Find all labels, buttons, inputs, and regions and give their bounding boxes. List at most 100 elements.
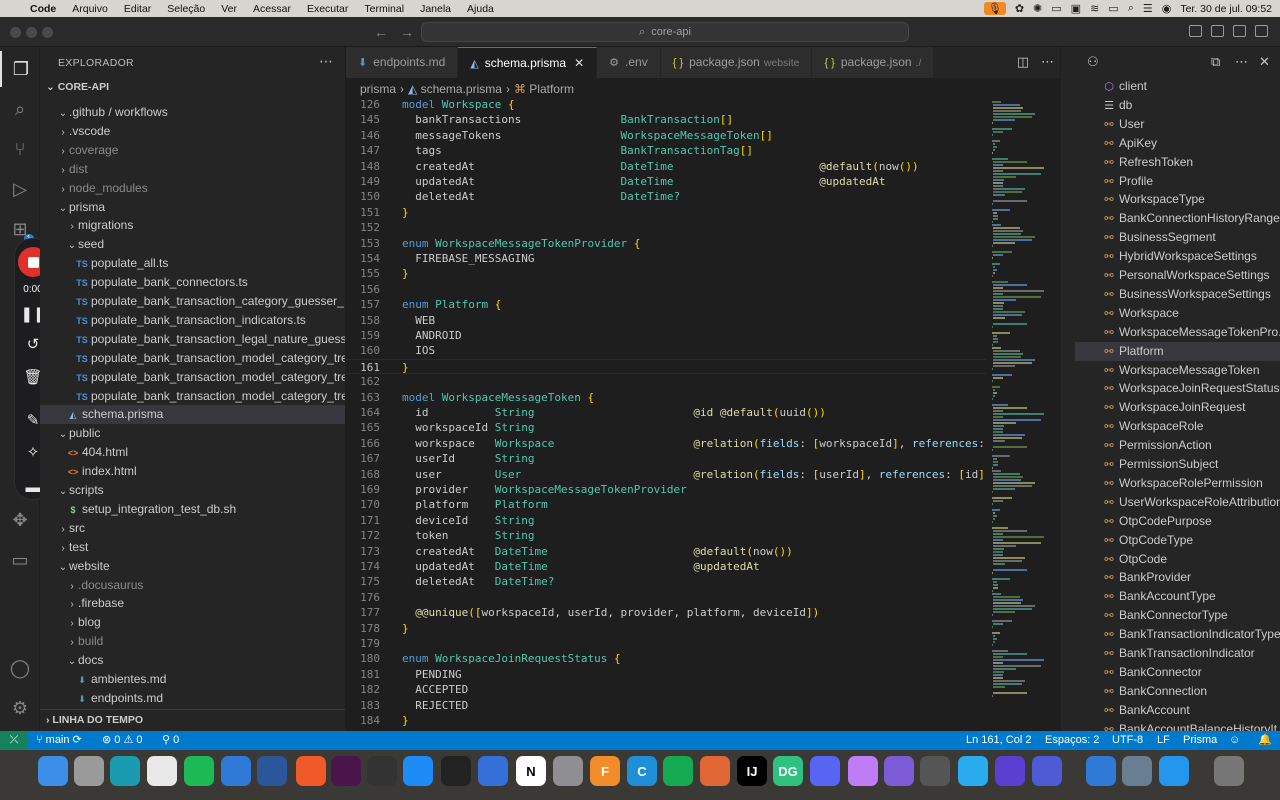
outline-item[interactable]: ⚯ PersonalWorkspaceSettings [1075,266,1280,285]
vscode-icon[interactable] [221,756,251,786]
split-editor-icon[interactable]: ◫ [1017,54,1029,70]
tree-item[interactable]: TS populate_bank_transaction_model_catego… [40,387,345,406]
brightness-icon[interactable]: ✺ [1033,2,1042,15]
cleanup-icon[interactable]: ✿ [1015,2,1024,15]
tree-item[interactable]: › node_modules [40,179,345,198]
outline-item[interactable]: ⚯ BusinessSegment [1075,228,1280,247]
outline-item[interactable]: ⚯ BankAccountType [1075,587,1280,606]
cursor-position[interactable]: Ln 161, Col 2 [966,731,1031,750]
accounts-icon[interactable]: ◯ [0,650,40,686]
tree-item[interactable]: ⬇ endpoints.md [40,689,345,708]
tree-item[interactable]: › src [40,519,345,538]
tree-item[interactable]: ⌄ prisma [40,198,345,217]
outline-item[interactable]: ⚯ OtpCode [1075,550,1280,569]
tree-item[interactable]: TS populate_bank_transaction_model_catego… [40,349,345,368]
tree-item[interactable]: ⬇ ambientes.md [40,670,345,689]
more-actions-icon[interactable]: ⋯ [319,53,333,70]
indentation[interactable]: Espaços: 2 [1045,731,1099,750]
command-center-search[interactable]: ⌕ core-api [421,22,909,42]
slack-icon[interactable] [331,756,361,786]
spotify-icon[interactable] [184,756,214,786]
tree-item[interactable]: TS populate_bank_connectors.ts [40,273,345,292]
tree-item[interactable]: <> index.html [40,462,345,481]
outline-item[interactable]: ⚯ PermissionAction [1075,436,1280,455]
outline-item[interactable]: ⚯ WorkspaceType [1075,190,1280,209]
outline-item[interactable]: ⚯ Platform [1075,341,1280,361]
tree-item[interactable]: TS populate_bank_transaction_model_catego… [40,368,345,387]
tree-item[interactable]: › .firebase [40,594,345,613]
outline-item[interactable]: ⚯ BankAccountBalanceHistoryIt... [1075,720,1280,731]
tree-item[interactable]: ⌄ docs [40,651,345,670]
c-app-icon[interactable]: C [627,756,657,786]
editor-tab[interactable]: { } package.json website [660,47,813,78]
menu-editar[interactable]: Editar [116,3,159,15]
tree-item[interactable]: TS populate_bank_transaction_legal_nature… [40,330,345,349]
outline-item[interactable]: ⚯ BankProvider [1075,568,1280,587]
tree-item[interactable]: › .docusaurus [40,576,345,595]
menu-acessar[interactable]: Acessar [245,3,299,15]
wifi-icon[interactable]: ≋ [1090,2,1099,15]
outline-item[interactable]: ⚯ WorkspaceMessageToken [1075,361,1280,380]
chrome-icon[interactable] [147,756,177,786]
window-zoom-button[interactable] [42,27,53,38]
screen-mirror-icon[interactable]: ▭ [1051,2,1061,15]
siri-icon[interactable]: ◉ [1162,2,1172,15]
word-icon[interactable] [257,756,287,786]
new-window-icon[interactable]: ⧉ [1211,54,1220,70]
tree-item[interactable]: › coverage [40,141,345,160]
end-of-line[interactable]: LF [1157,731,1170,750]
ports-indicator[interactable]: ⚲ 0 [162,731,179,750]
tree-item[interactable]: ◭ schema.prisma [40,405,345,425]
menu-arquivo[interactable]: Arquivo [64,3,116,15]
discord-icon[interactable] [810,756,840,786]
outline-item[interactable]: ⚯ BankTransactionIndicatorType [1075,625,1280,644]
figma-icon[interactable]: ✥ [0,502,40,538]
tree-item[interactable]: › migrations [40,216,345,235]
encoding[interactable]: UTF-8 [1112,731,1143,750]
back-arrow-icon[interactable]: ← [374,24,388,40]
outline-item[interactable]: ⚯ BankConnectorType [1075,606,1280,625]
display-icon[interactable]: ▣ [1071,2,1081,15]
tree-item[interactable]: ⌄ public [40,424,345,443]
menubar-clock[interactable]: Ter. 30 de jul. 09:52 [1180,3,1272,15]
problems-indicator[interactable]: ⊗ 0 ⚠ 0 [102,731,142,750]
explorer-icon[interactable]: ❐ [0,51,40,87]
mongodb-icon[interactable] [663,756,693,786]
cluster-icon[interactable] [1032,756,1062,786]
outline-item[interactable]: ⚯ PermissionSubject [1075,455,1280,474]
toggle-panel-icon[interactable] [1211,25,1224,37]
outline-item[interactable]: ⚯ UserWorkspaceRoleAttribution [1075,493,1280,512]
lens-icon[interactable] [848,756,878,786]
breadcrumb-folder[interactable]: prisma [360,82,396,96]
terminal-alt-icon[interactable] [110,756,140,786]
outline-item[interactable]: ⬡ client [1075,77,1280,96]
run-debug-icon[interactable]: ▷ [0,171,40,207]
menu-executar[interactable]: Executar [299,3,356,15]
tree-item[interactable]: › build [40,632,345,651]
customize-layout-icon[interactable] [1255,25,1268,37]
outline-item[interactable]: ⚯ WorkspaceMessageTokenPro... [1075,323,1280,342]
app-store-icon[interactable] [403,756,433,786]
outline-item[interactable]: ⚯ RefreshToken [1075,153,1280,172]
close-panel-icon[interactable]: ✕ [1259,54,1270,70]
editor-more-icon[interactable]: ⋯ [1041,54,1054,70]
tree-item[interactable]: ⌄ scripts [40,481,345,500]
launchpad-icon[interactable] [74,756,104,786]
toggle-secondary-sidebar-icon[interactable] [1233,25,1246,37]
outline-item[interactable]: ⚯ OtpCodeType [1075,531,1280,550]
outline-item[interactable]: ⚯ BankConnectionHistoryRange [1075,209,1280,228]
editor-tab[interactable]: ⬇ endpoints.md [346,47,459,78]
outline-icon[interactable]: ⚇ [1087,54,1099,70]
tree-item[interactable]: $ setup_integration_test_db.sh [40,500,345,519]
manage-gear-icon[interactable]: ⚙ [0,690,40,726]
outline-item[interactable]: ⚯ BankConnector [1075,663,1280,682]
matlab-icon[interactable] [700,756,730,786]
tree-item[interactable]: <> 404.html [40,443,345,462]
window-minimize-button[interactable] [26,27,37,38]
outline-item[interactable]: ⚯ WorkspaceRole [1075,417,1280,436]
rewind-icon[interactable] [995,756,1025,786]
tree-item[interactable]: TS populate_all.ts [40,254,345,273]
breadcrumb-symbol[interactable]: Platform [529,82,574,96]
editor-tab[interactable]: ⚙ .env [597,47,661,78]
close-icon[interactable]: ✕ [574,56,584,70]
